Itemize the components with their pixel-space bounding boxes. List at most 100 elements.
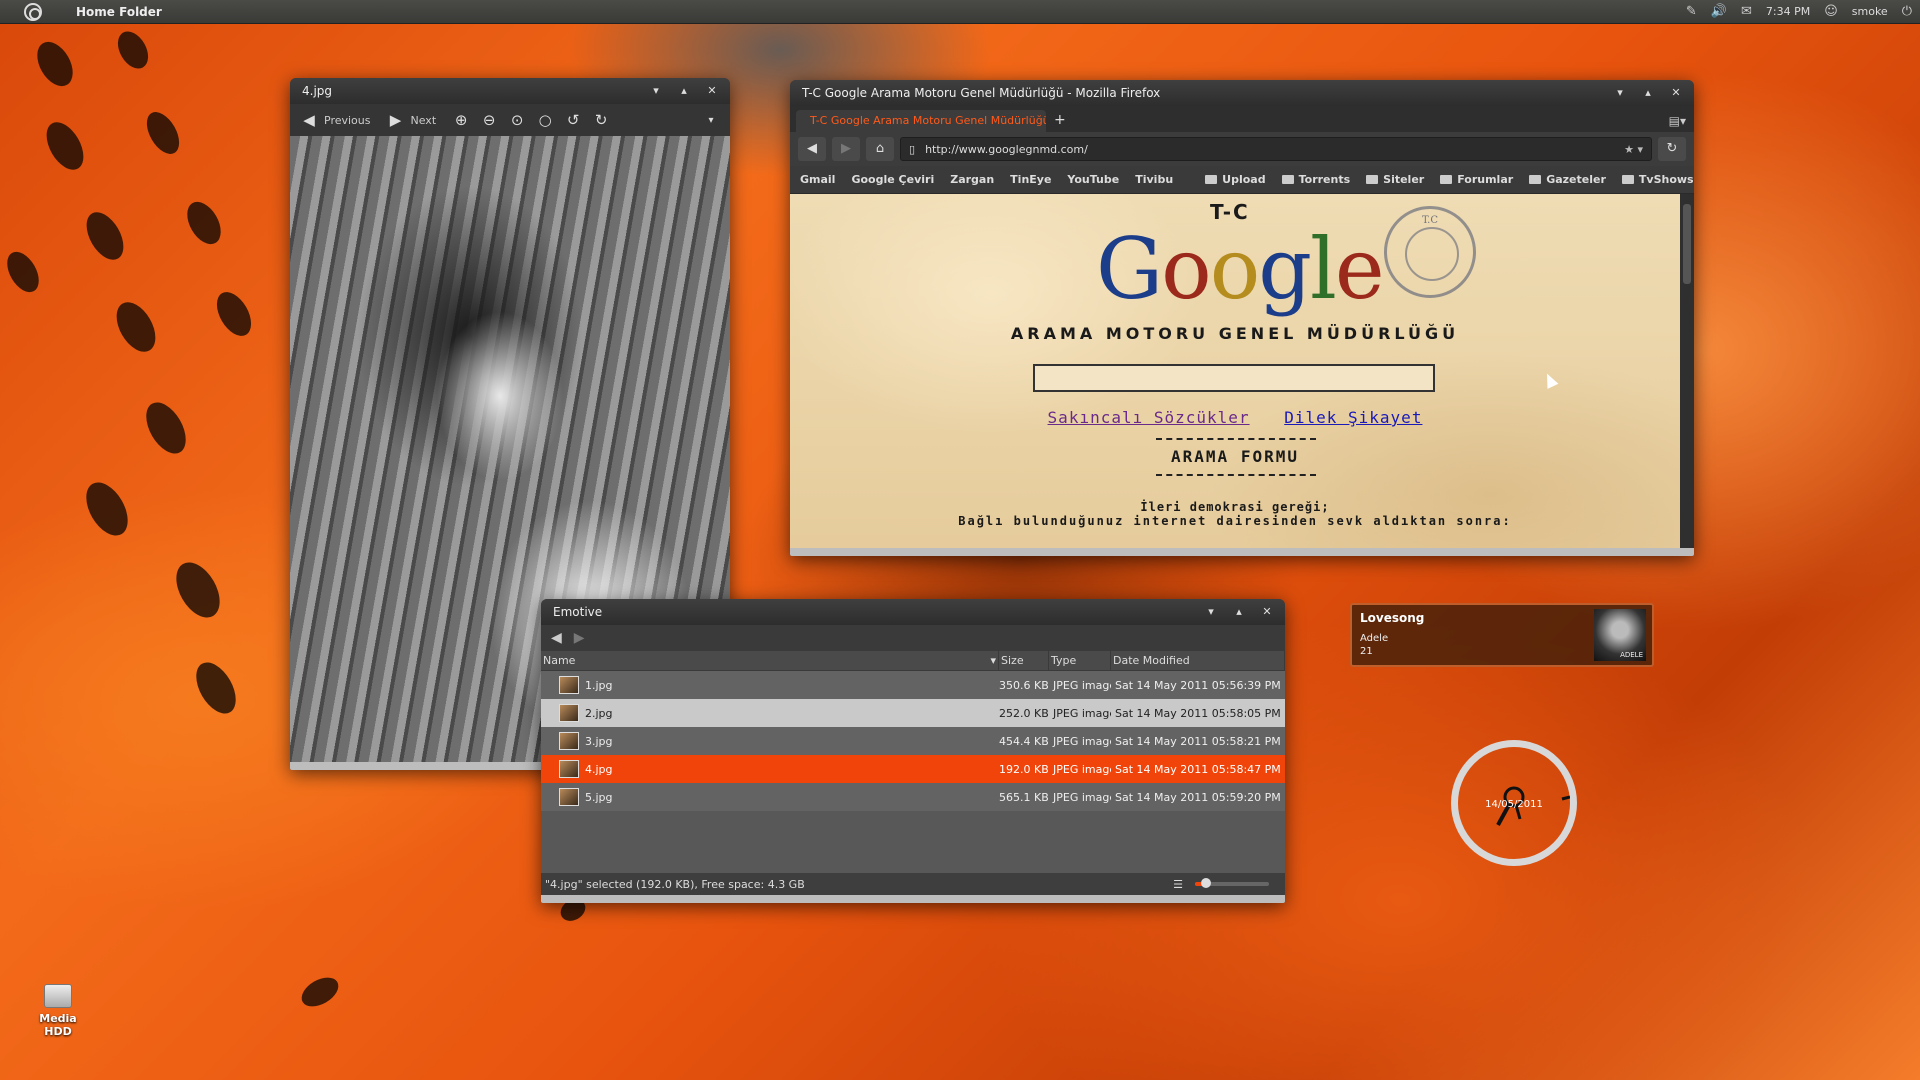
mail-icon[interactable]: ✉: [1741, 4, 1752, 19]
reload-icon[interactable]: ↻: [1658, 137, 1686, 161]
viewer-titlebar[interactable]: 4.jpg ▾ ▴ ✕: [290, 78, 730, 104]
file-row[interactable]: 1.jpg 350.6 KB JPEG image Sat 14 May 201…: [541, 671, 1285, 699]
close-button[interactable]: ✕: [1259, 604, 1275, 620]
search-input[interactable]: [1033, 364, 1435, 392]
file-row[interactable]: 2.jpg 252.0 KB JPEG image Sat 14 May 201…: [541, 699, 1285, 727]
bookmark-zargan[interactable]: Zargan: [950, 173, 994, 186]
firefox-title: T-C Google Arama Motoru Genel Müdürlüğü …: [802, 86, 1161, 100]
column-header-name[interactable]: Name ▾: [541, 651, 999, 670]
forward-arrow-icon[interactable]: ▶: [832, 137, 860, 161]
browser-tab[interactable]: T-C Google Arama Motoru Genel Müdürlüğü: [796, 110, 1046, 132]
bookmark-youtube[interactable]: YouTube: [1067, 173, 1119, 186]
close-button[interactable]: ✕: [1668, 85, 1684, 101]
zoom-out-icon[interactable]: ⊖: [478, 111, 500, 129]
home-icon[interactable]: ⌂: [866, 137, 894, 161]
dashed-divider: [1156, 474, 1316, 476]
bookmark-folder-siteler[interactable]: Siteler: [1366, 173, 1424, 186]
file-name: 4.jpg: [585, 762, 613, 776]
file-size: 565.1 KB: [999, 790, 1049, 804]
zoom-slider[interactable]: [1195, 878, 1269, 888]
overflow-menu-icon[interactable]: ▾: [700, 115, 722, 126]
indicator-area: ✎ 🔊 ✉ 7:34 PM ☺ smoke ⏻: [1686, 4, 1912, 19]
folder-icon: [1366, 175, 1379, 184]
folder-label: Gazeteler: [1546, 173, 1606, 186]
music-widget[interactable]: Lovesong Adele 21 ADELE: [1350, 603, 1654, 667]
bookmark-tivibu[interactable]: Tivibu: [1135, 173, 1173, 186]
bookmark-folder-tvshows-subs[interactable]: TvShows Subs: [1621, 173, 1694, 186]
user-icon[interactable]: ☺: [1824, 4, 1838, 19]
maximize-button[interactable]: ▴: [1640, 85, 1656, 101]
page-scrollbar[interactable]: [1680, 194, 1694, 548]
wallpaper-dot: [79, 205, 131, 267]
user-name[interactable]: smoke: [1852, 5, 1888, 18]
bookmark-folder-upload[interactable]: Upload: [1205, 173, 1266, 186]
bookmark-star-icon[interactable]: ★ ▾: [1624, 143, 1643, 156]
bookmark-gmail[interactable]: Gmail: [800, 173, 835, 186]
bookmark-tineye[interactable]: TinEye: [1010, 173, 1051, 186]
file-row[interactable]: 5.jpg 565.1 KB JPEG image Sat 14 May 201…: [541, 783, 1285, 811]
file-list-header: Name ▾ Size Type Date Modified: [541, 651, 1285, 671]
back-arrow-icon[interactable]: ◀: [551, 630, 562, 646]
new-tab-icon[interactable]: +: [1054, 112, 1066, 132]
folder-icon: [1440, 175, 1453, 184]
sort-down-icon: ▾: [990, 654, 996, 667]
viewer-title: 4.jpg: [302, 84, 333, 98]
clock-date: 14/05/2011: [1485, 799, 1543, 810]
volume-icon[interactable]: 🔊: [1711, 4, 1727, 19]
file-type: JPEG image: [1053, 678, 1111, 692]
file-manager-titlebar[interactable]: Emotive ▾ ▴ ✕: [541, 599, 1285, 625]
page-icon: ▯: [909, 142, 916, 156]
zoom-in-icon[interactable]: ⊕: [450, 111, 472, 129]
scrollbar-thumb[interactable]: [1683, 204, 1691, 284]
page-links: Sakıncalı Sözcükler Dilek Şikayet: [790, 408, 1680, 427]
list-view-icon[interactable]: ☰: [1173, 878, 1183, 891]
forward-arrow-icon[interactable]: ▶: [574, 630, 585, 646]
zoom-fit-icon[interactable]: ⊙: [506, 111, 528, 129]
bookmark-folder-gazeteler[interactable]: Gazeteler: [1529, 173, 1606, 186]
active-app-title: Home Folder: [76, 4, 162, 19]
bookmark-folder-forumlar[interactable]: Forumlar: [1440, 173, 1513, 186]
logo-letter: g: [1258, 220, 1312, 318]
minimize-button[interactable]: ▾: [1203, 604, 1219, 620]
back-arrow-icon[interactable]: ◀: [798, 137, 826, 161]
zoom-control: ☰: [1173, 878, 1269, 891]
arrow-right-icon: ▶: [389, 111, 402, 129]
link-sakincali-sozcukler[interactable]: Sakıncalı Sözcükler: [1048, 408, 1250, 427]
file-date: Sat 14 May 2011 05:56:39 PM EEST: [1115, 678, 1285, 692]
url-bar[interactable]: ▯ http://www.googlegnmd.com/ ★ ▾: [900, 137, 1652, 161]
file-list: Name ▾ Size Type Date Modified 1.jpg 350.…: [541, 651, 1285, 873]
minimize-button[interactable]: ▾: [648, 83, 664, 99]
minimize-button[interactable]: ▾: [1612, 85, 1628, 101]
rotate-right-icon[interactable]: ↻: [590, 111, 612, 129]
column-header-date[interactable]: Date Modified: [1111, 651, 1285, 670]
clock-text[interactable]: 7:34 PM: [1766, 5, 1810, 18]
file-size: 350.6 KB: [999, 678, 1049, 692]
power-icon[interactable]: ⏻: [1902, 4, 1912, 19]
previous-button[interactable]: ◀ Previous: [298, 111, 370, 129]
file-row[interactable]: 3.jpg 454.4 KB JPEG image Sat 14 May 201…: [541, 727, 1285, 755]
next-button[interactable]: ▶ Next: [385, 111, 436, 129]
file-manager-bottom: [541, 895, 1285, 903]
file-type: JPEG image: [1053, 762, 1111, 776]
network-icon[interactable]: ✎: [1686, 4, 1697, 19]
wallpaper-dot: [209, 286, 259, 342]
google-logo[interactable]: Google: [1096, 220, 1385, 318]
ubuntu-logo-icon[interactable]: [24, 2, 42, 21]
rotate-left-icon[interactable]: ↺: [562, 111, 584, 129]
file-type: JPEG image: [1053, 790, 1111, 804]
close-button[interactable]: ✕: [704, 83, 720, 99]
tab-list-icon[interactable]: ▤▾: [1669, 114, 1686, 132]
maximize-button[interactable]: ▴: [1231, 604, 1247, 620]
link-dilek-sikayet[interactable]: Dilek Şikayet: [1284, 408, 1422, 427]
bookmark-google-ceviri[interactable]: Google Çeviri: [851, 173, 934, 186]
bookmark-folder-torrents[interactable]: Torrents: [1281, 173, 1350, 186]
zoom-slider-knob[interactable]: [1201, 878, 1212, 888]
zoom-normal-icon[interactable]: ○: [534, 111, 556, 129]
firefox-window: T-C Google Arama Motoru Genel Müdürlüğü …: [790, 80, 1694, 556]
column-header-type[interactable]: Type: [1049, 651, 1111, 670]
maximize-button[interactable]: ▴: [676, 83, 692, 99]
firefox-titlebar[interactable]: T-C Google Arama Motoru Genel Müdürlüğü …: [790, 80, 1694, 106]
file-row-selected[interactable]: 4.jpg 192.0 KB JPEG image Sat 14 May 201…: [541, 755, 1285, 783]
column-header-size[interactable]: Size: [999, 651, 1049, 670]
desktop-icon-media-hdd[interactable]: Media HDD: [26, 984, 90, 1038]
